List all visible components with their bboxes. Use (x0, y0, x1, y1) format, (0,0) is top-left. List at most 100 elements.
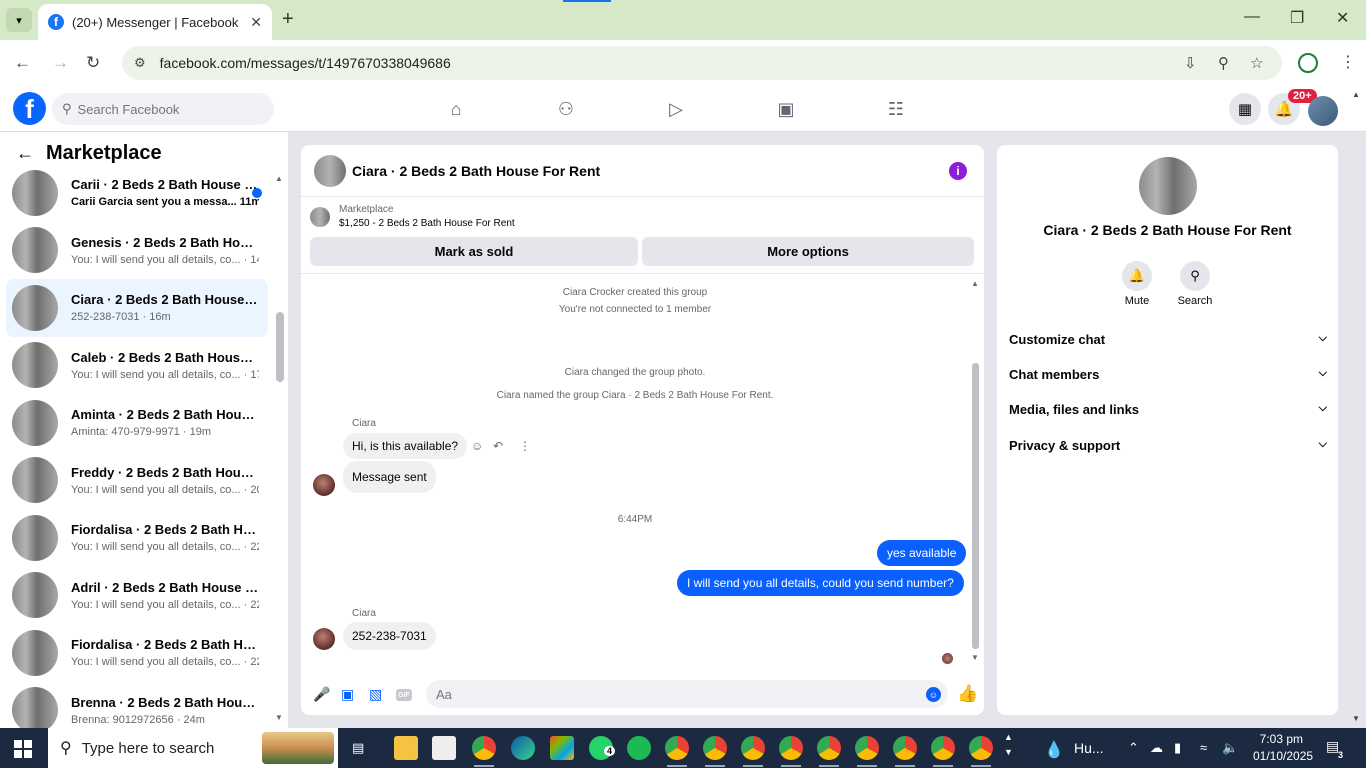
back-arrow-icon[interactable]: ← (16, 143, 34, 164)
battery-icon[interactable]: ▮ (1174, 740, 1181, 756)
forward-icon[interactable]: → (52, 53, 69, 73)
chrome-profile-icon[interactable] (741, 736, 765, 767)
marketplace-icon[interactable]: ▣ (774, 98, 798, 120)
store-icon[interactable] (550, 736, 574, 760)
video-icon[interactable]: ▷ (664, 98, 688, 120)
chat-scrollbar[interactable] (972, 363, 979, 649)
outgoing-message[interactable]: I will send you all details, could you s… (677, 570, 964, 596)
listing-thumbnail[interactable] (310, 207, 330, 227)
conversation-item[interactable]: Genesis · 2 Beds 2 Bath House F... You: I… (6, 222, 268, 280)
chat-title[interactable]: Ciara · 2 Beds 2 Bath House For Rent (352, 163, 600, 179)
sidebar-scrollbar[interactable] (276, 312, 284, 382)
wifi-icon[interactable]: ≈ (1200, 740, 1207, 755)
incoming-message[interactable]: 252-238-7031 (343, 622, 436, 650)
chat-scroll-up-icon[interactable]: ▲ (971, 279, 979, 288)
chrome-profile-icon[interactable] (703, 736, 727, 767)
conversation-item[interactable]: Carii · 2 Beds 2 Bath House For... Carii … (6, 164, 268, 222)
chrome-profile-icon[interactable] (969, 736, 993, 767)
facebook-search[interactable]: ⚲ (52, 93, 274, 125)
outgoing-message[interactable]: yes available (877, 540, 967, 566)
chrome-profile-icon[interactable] (931, 736, 955, 767)
close-window-icon[interactable]: ✕ (1336, 8, 1349, 28)
windows-start-icon[interactable] (14, 740, 32, 758)
conversation-item-active[interactable]: Ciara · 2 Beds 2 Bath House For ... 252-2… (6, 279, 268, 337)
bookmark-star-icon[interactable]: ☆ (1250, 54, 1263, 72)
chrome-profile-icon[interactable] (665, 736, 689, 767)
install-app-icon[interactable]: ⇩ (1184, 54, 1197, 72)
chrome-profile-icon[interactable] (855, 736, 879, 767)
listing-price[interactable]: $1,250 - 2 Beds 2 Bath House For Rent (339, 218, 515, 229)
chrome-icon[interactable] (472, 736, 496, 767)
friends-icon[interactable]: ⚇ (554, 98, 578, 120)
address-bar[interactable]: ⚙ facebook.com/messages/t/14976703380496… (122, 46, 1282, 80)
conversation-item[interactable]: Fiordalisa · 2 Beds 2 Bath House... You: … (6, 624, 268, 682)
conversation-item[interactable]: Fiordalisa · 2 Beds 2 Bath House... You: … (6, 509, 268, 567)
conversation-item[interactable]: Caleb · 2 Beds 2 Bath House For... You: I… (6, 337, 268, 395)
conversation-item[interactable]: Freddy · 2 Beds 2 Bath House F... You: I … (6, 452, 268, 510)
account-avatar[interactable] (1308, 96, 1338, 126)
gaming-icon[interactable]: ☷ (884, 98, 908, 120)
volume-icon[interactable]: 🔈 (1222, 740, 1238, 756)
mail-icon[interactable] (432, 736, 456, 760)
show-hidden-icons-icon[interactable]: ⌃ (1128, 740, 1139, 756)
microphone-icon[interactable]: 🎤 (313, 686, 330, 703)
edge-icon[interactable] (511, 736, 535, 760)
mark-as-sold-button[interactable]: Mark as sold (310, 237, 638, 266)
task-view-icon[interactable]: ▤ (352, 740, 364, 756)
chrome-profile-icon[interactable] (817, 736, 841, 767)
incoming-message[interactable]: Message sent (343, 461, 436, 493)
customize-chat-row[interactable]: Customize chat ⌵ (1009, 332, 1327, 347)
browser-menu-icon[interactable]: ⋮ (1340, 52, 1356, 72)
incoming-message[interactable]: Hi, is this available? (343, 433, 468, 459)
conversation-item[interactable]: Adril · 2 Beds 2 Bath House For ... You: … (6, 567, 268, 625)
close-tab-icon[interactable]: ✕ (250, 14, 262, 31)
info-icon[interactable]: i (949, 162, 967, 180)
search-conversation-button[interactable]: ⚲ Search (1167, 261, 1223, 307)
reply-icon[interactable]: ↶ (493, 439, 503, 453)
taskbar-search[interactable]: ⚲ Type here to search (48, 728, 338, 768)
onedrive-cloud-icon[interactable]: ☁ (1150, 740, 1163, 756)
mute-button[interactable]: 🔔 Mute (1109, 261, 1165, 307)
file-explorer-icon[interactable] (394, 736, 418, 760)
clock[interactable]: 7:03 pm 01/10/2025 (1253, 731, 1313, 765)
facebook-logo-icon[interactable]: f (13, 92, 46, 125)
menu-grid-icon[interactable]: ▦ (1229, 93, 1261, 125)
new-tab-icon[interactable]: + (282, 8, 294, 31)
minimize-icon[interactable]: — (1244, 8, 1260, 26)
site-info-icon[interactable]: ⚙ (134, 55, 146, 71)
weather-drop-icon[interactable]: 💧 (1044, 740, 1064, 760)
weather-label[interactable]: Hu... (1074, 740, 1104, 756)
tab-search-dropdown-icon[interactable]: ▾ (6, 8, 32, 32)
spotify-icon[interactable] (627, 736, 651, 760)
privacy-support-row[interactable]: Privacy & support ⌵ (1009, 438, 1327, 453)
browser-tab-messenger[interactable]: f (20+) Messenger | Facebook ✕ (38, 4, 272, 40)
chrome-profile-icon[interactable] (779, 736, 803, 767)
emoji-icon[interactable]: ☺ (926, 687, 941, 702)
maximize-icon[interactable]: ❐ (1290, 8, 1304, 28)
chat-scroll-down-icon[interactable]: ▼ (971, 653, 979, 662)
sidebar-scroll-up-icon[interactable]: ▲ (275, 174, 283, 183)
sender-avatar[interactable] (313, 474, 335, 496)
gif-icon[interactable]: GIF (396, 689, 412, 701)
home-icon[interactable]: ⌂ (444, 98, 468, 120)
conversation-item[interactable]: Brenna · 2 Beds 2 Bath House F... Brenna:… (6, 682, 268, 728)
conversation-item[interactable]: Aminta · 2 Beds 2 Bath House F... Aminta:… (6, 394, 268, 452)
more-options-button[interactable]: More options (642, 237, 974, 266)
thumbs-up-icon[interactable]: 👍 (957, 684, 978, 704)
page-scroll-up-icon[interactable]: ▲ (1352, 90, 1360, 99)
chrome-profile-icon[interactable] (893, 736, 917, 767)
facebook-search-input[interactable] (77, 101, 258, 117)
group-avatar[interactable] (1139, 157, 1197, 215)
chat-members-row[interactable]: Chat members ⌵ (1009, 367, 1327, 382)
message-input[interactable] (426, 680, 948, 708)
more-actions-icon[interactable]: ⋮ (519, 439, 531, 453)
sidebar-scroll-down-icon[interactable]: ▼ (275, 713, 283, 722)
back-icon[interactable]: ← (14, 53, 31, 73)
react-icon[interactable]: ☺ (471, 439, 483, 453)
taskbar-scroll-icon[interactable]: ▲ ▼ (1004, 730, 1013, 760)
zoom-icon[interactable]: ⚲ (1218, 54, 1229, 72)
browser-profile-icon[interactable] (1298, 53, 1318, 73)
page-scroll-down-icon[interactable]: ▼ (1352, 714, 1360, 723)
photo-icon[interactable]: ▣ (341, 686, 354, 703)
reload-icon[interactable]: ↻ (86, 53, 100, 73)
